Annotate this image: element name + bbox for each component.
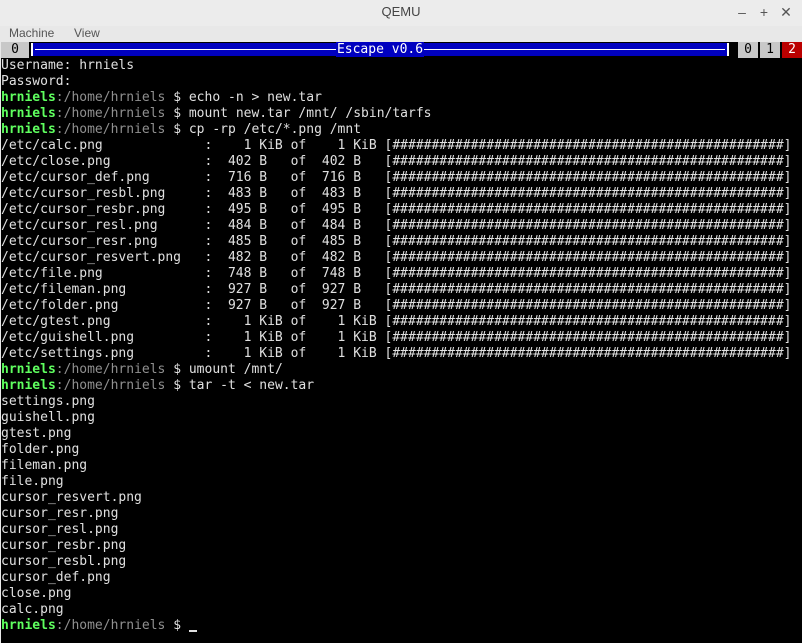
output-line: cursor_resvert.png [1, 490, 142, 505]
output-line: /etc/guishell.png : 1 KiB of 1 KiB [####… [1, 330, 792, 345]
output-line: cursor_resl.png [1, 522, 119, 537]
terminal-output[interactable]: Username: hrniels Password: hrniels:/home/… [1, 58, 802, 634]
close-button[interactable]: ✕ [777, 3, 795, 21]
maximize-button[interactable]: + [755, 3, 773, 21]
output-line: cursor_def.png [1, 570, 111, 585]
vt-tab-0[interactable]: 0 [738, 42, 758, 58]
prompt-line: hrniels:/home/hrniels $ umount /mnt/ [1, 362, 802, 378]
output-line: /etc/cursor_resl.png : 484 B of 484 B [#… [1, 218, 792, 233]
output-line: /etc/cursor_resbl.png : 483 B of 483 B [… [1, 186, 792, 201]
menu-bar: Machine View [0, 26, 802, 42]
prompt-user: hrniels [1, 106, 56, 121]
output-line: /etc/file.png : 748 B of 748 B [########… [1, 266, 792, 281]
output-line: /etc/cursor_resr.png : 485 B of 485 B [#… [1, 234, 792, 249]
menu-view[interactable]: View [74, 26, 100, 41]
output-line: /etc/cursor_resbr.png : 495 B of 495 B [… [1, 202, 792, 217]
vt-title-bar: Escape v0.6 [31, 42, 729, 57]
vt-title: Escape v0.6 [335, 42, 425, 57]
output-line: cursor_resbl.png [1, 554, 127, 569]
command-text: $ mount new.tar /mnt/ /sbin/tarfs [165, 106, 432, 121]
output-line: calc.png [1, 602, 64, 617]
prompt-path: :/home/hrniels [55, 362, 166, 377]
prompt-path: :/home/hrniels [55, 378, 166, 393]
guest-screen[interactable]: 0 Escape v0.6 0 1 2 Username: hrniels Pas… [1, 42, 802, 643]
output-line: settings.png [1, 394, 95, 409]
vt-status-bar: 0 Escape v0.6 0 1 2 [1, 42, 802, 58]
output-line: cursor_resr.png [1, 506, 119, 521]
command-text: $ tar -t < new.tar [165, 378, 315, 393]
command-text: $ cp -rp /etc/*.png /mnt [165, 122, 362, 137]
output-line: file.png [1, 474, 64, 489]
prompt-path: :/home/hrniels [55, 106, 166, 121]
output-line: /etc/fileman.png : 927 B of 927 B [#####… [1, 282, 792, 297]
vt-left-indicator: 0 [1, 42, 29, 58]
output-line: guishell.png [1, 410, 95, 425]
output-line: /etc/cursor_def.png : 716 B of 716 B [##… [1, 170, 792, 185]
prompt-path: :/home/hrniels [55, 122, 166, 137]
output-line: Password: [1, 74, 72, 89]
prompt-user: hrniels [1, 618, 56, 633]
prompt-line: hrniels:/home/hrniels $ [1, 618, 802, 634]
output-line: gtest.png [1, 426, 72, 441]
output-line: /etc/gtest.png : 1 KiB of 1 KiB [#######… [1, 314, 792, 329]
minimize-button[interactable]: – [733, 3, 751, 21]
output-line: /etc/settings.png : 1 KiB of 1 KiB [####… [1, 346, 792, 361]
prompt-user: hrniels [1, 122, 56, 137]
vt-tab-2[interactable]: 2 [782, 42, 802, 58]
output-line: folder.png [1, 442, 80, 457]
prompt-line: hrniels:/home/hrniels $ tar -t < new.tar [1, 378, 802, 394]
prompt-path: :/home/hrniels [55, 618, 166, 633]
qemu-window: QEMU – + ✕ Machine View 0 Escape v0.6 0 … [0, 0, 802, 643]
prompt-user: hrniels [1, 90, 56, 105]
text-cursor [188, 630, 197, 632]
prompt-path: :/home/hrniels [55, 90, 166, 105]
prompt-user: hrniels [1, 362, 56, 377]
output-line: /etc/folder.png : 927 B of 927 B [######… [1, 298, 792, 313]
output-line: fileman.png [1, 458, 88, 473]
output-line: /etc/cursor_resvert.png : 482 B of 482 B… [1, 250, 792, 265]
output-line: close.png [1, 586, 72, 601]
output-line: /etc/close.png : 402 B of 402 B [#######… [1, 154, 792, 169]
prompt-user: hrniels [1, 378, 56, 393]
vt-tab-1[interactable]: 1 [760, 42, 780, 58]
command-text: $ umount /mnt/ [165, 362, 283, 377]
command-text: $ [165, 618, 189, 633]
prompt-line: hrniels:/home/hrniels $ echo -n > new.ta… [1, 90, 802, 106]
prompt-line: hrniels:/home/hrniels $ mount new.tar /m… [1, 106, 802, 122]
title-bar[interactable]: QEMU – + ✕ [0, 0, 802, 26]
prompt-line: hrniels:/home/hrniels $ cp -rp /etc/*.pn… [1, 122, 802, 138]
output-line: cursor_resbr.png [1, 538, 127, 553]
command-text: $ echo -n > new.tar [165, 90, 322, 105]
output-line: /etc/calc.png : 1 KiB of 1 KiB [########… [1, 138, 792, 153]
window-title: QEMU [381, 4, 421, 19]
menu-machine[interactable]: Machine [9, 26, 54, 41]
output-line: Username: hrniels [1, 58, 135, 73]
